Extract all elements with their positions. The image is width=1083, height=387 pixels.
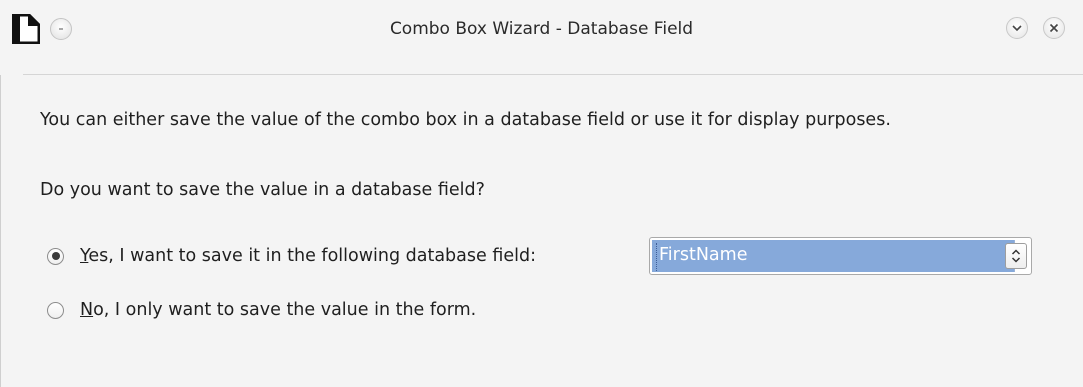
no-save-option[interactable]: No, I only want to save the value in the…: [47, 300, 476, 320]
up-down-chevron-icon: [1011, 249, 1021, 263]
question-text: Do you want to save the value in a datab…: [40, 180, 485, 200]
chevron-down-icon: [1012, 24, 1022, 31]
no-radio-button[interactable]: [47, 301, 64, 319]
combo-box-wizard-window: Combo Box Wizard - Database Field You ca…: [0, 0, 1083, 387]
yes-radio-button[interactable]: [47, 247, 64, 265]
close-button[interactable]: [1043, 17, 1065, 39]
no-option-label[interactable]: No, I only want to save the value in the…: [80, 300, 476, 320]
database-field-value-area[interactable]: FirstName: [652, 240, 1015, 272]
title-bar: Combo Box Wizard - Database Field: [0, 0, 1083, 62]
combo-dropdown-button[interactable]: [1005, 243, 1027, 269]
yes-label-text: es, I want to save it in the following d…: [88, 246, 536, 266]
focus-indicator: [656, 243, 658, 271]
close-icon: [1049, 23, 1059, 33]
database-field-value: FirstName: [659, 245, 748, 265]
database-field-combo[interactable]: FirstName: [649, 237, 1032, 275]
window-title: Combo Box Wizard - Database Field: [389, 19, 694, 39]
yes-option-label[interactable]: Yes, I want to save it in the following …: [80, 246, 536, 266]
no-label-text: o, I only want to save the value in the …: [93, 300, 477, 320]
minimize-button[interactable]: [1006, 17, 1028, 39]
no-mnemonic: N: [80, 300, 94, 320]
yes-save-option[interactable]: Yes, I want to save it in the following …: [47, 246, 536, 266]
description-text: You can either save the value of the com…: [40, 110, 891, 130]
